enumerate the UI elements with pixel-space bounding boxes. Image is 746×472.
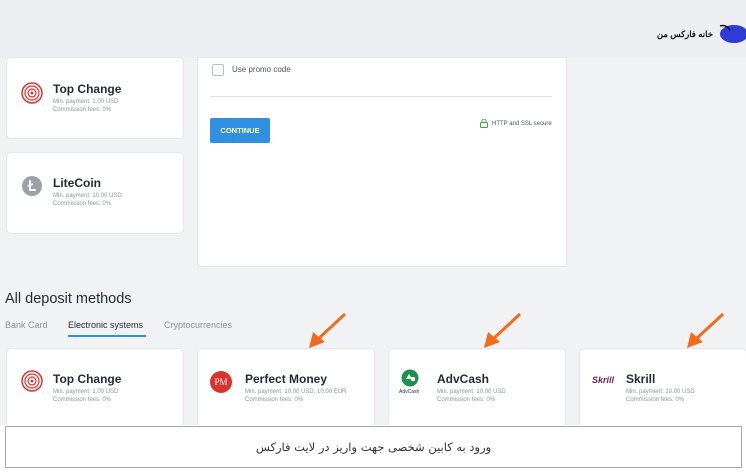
- method-name: AdvCash: [437, 372, 490, 386]
- commission: Commission fees: 0%: [437, 397, 496, 403]
- min-payment: Min. payment: 10.00 USD, 10.00 EUR: [245, 389, 347, 395]
- active-tab-indicator: [68, 335, 146, 337]
- method-card-advcash[interactable]: AdvCash AdvCash Min. payment: 10.00 USD …: [389, 349, 565, 425]
- commission: Commission fees: 0%: [53, 107, 112, 113]
- min-payment: Min. payment: 10.00 USD: [626, 389, 695, 395]
- arrow-icon: [687, 312, 725, 348]
- skrill-icon: Skrill: [592, 375, 615, 385]
- method-card-top-change[interactable]: Top Change Min. payment: 1.00 USD Commis…: [7, 349, 183, 425]
- method-name: Top Change: [53, 372, 122, 386]
- min-payment: Min. payment: 10.00 USD: [53, 193, 122, 199]
- commission: Commission fees: 0%: [53, 397, 112, 403]
- tab-bank-card[interactable]: Bank Card: [5, 320, 48, 330]
- method-card-top-change[interactable]: Top Change Min. payment: 1.00 USD Commis…: [7, 58, 183, 138]
- secure-label: HTTP and SSL secure: [492, 120, 552, 127]
- tab-electronic-systems[interactable]: Electronic systems: [68, 320, 143, 330]
- lock-icon: [480, 119, 488, 128]
- top-change-icon: [21, 370, 43, 392]
- brand-mark-icon: [719, 24, 746, 43]
- tab-cryptocurrencies[interactable]: Cryptocurrencies: [164, 320, 232, 330]
- continue-button[interactable]: CONTINUE: [210, 118, 270, 143]
- advcash-icon: [401, 369, 419, 387]
- min-payment: Min. payment: 1.00 USD: [53, 99, 119, 105]
- commission: Commission fees: 0%: [626, 397, 685, 403]
- top-change-icon: [21, 82, 43, 104]
- method-name: Perfect Money: [245, 372, 328, 386]
- method-card-skrill[interactable]: Skrill Skrill Min. payment: 10.00 USD Co…: [580, 349, 746, 425]
- commission: Commission fees: 0%: [53, 201, 112, 207]
- top-band: [0, 0, 746, 58]
- method-name: LiteCoin: [53, 176, 101, 190]
- perfect-money-icon: PM: [210, 371, 232, 393]
- arrow-icon: [484, 312, 522, 348]
- litecoin-icon: [22, 176, 42, 196]
- commission: Commission fees: 0%: [245, 397, 304, 403]
- advcash-logo-text: AdvCash: [399, 389, 420, 395]
- method-name: Top Change: [53, 82, 122, 96]
- all-methods-title: All deposit methods: [5, 291, 132, 307]
- image-caption: ورود به کابین شخصی جهت واریز در لایت فار…: [5, 426, 742, 468]
- payment-form-panel: Use promo code CONTINUE HTTP and SSL sec…: [198, 58, 566, 266]
- method-name: Skrill: [626, 372, 656, 386]
- method-card-perfect-money[interactable]: PM Perfect Money Min. payment: 10.00 USD…: [198, 349, 374, 425]
- min-payment: Min. payment: 10.00 USD: [437, 389, 506, 395]
- promo-label: Use promo code: [232, 65, 291, 74]
- promo-checkbox[interactable]: [212, 64, 224, 76]
- min-payment: Min. payment: 1.00 USD: [53, 389, 119, 395]
- brand-logo: خانه فارکس من: [657, 22, 746, 46]
- secure-note: HTTP and SSL secure: [480, 119, 552, 128]
- arrow-icon: [309, 312, 347, 348]
- method-card-litecoin[interactable]: LiteCoin Min. payment: 10.00 USD Commiss…: [7, 153, 183, 233]
- screenshot-stage: خانه فارکس من Top Change Min. payment: 1…: [0, 0, 746, 425]
- brand-name: خانه فارکس من: [656, 28, 713, 39]
- form-divider: [210, 96, 552, 97]
